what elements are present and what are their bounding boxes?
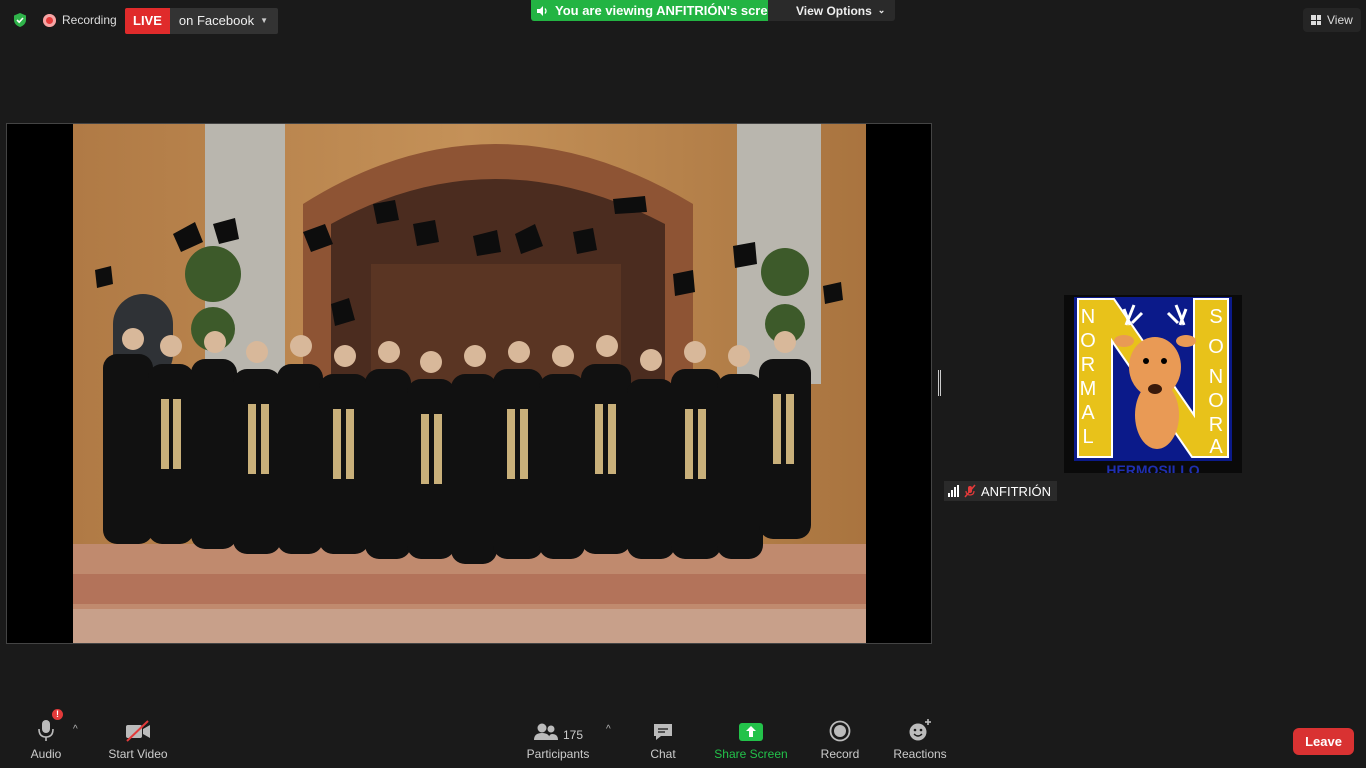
recording-dot-icon [43,13,56,27]
record-button[interactable]: Record [818,712,862,768]
speaker-icon [537,5,547,16]
audio-options-arrow-icon[interactable]: ^ [73,724,78,735]
live-destination-label: on Facebook [178,13,255,28]
logo-letter: O [1208,390,1224,412]
panel-resize-handle[interactable] [938,370,941,396]
participants-icon: 175 [533,712,583,742]
live-badge: LIVE [125,8,170,34]
grid-view-icon [1311,15,1321,25]
muted-mic-icon [964,484,976,498]
record-icon [829,712,851,742]
logo-letter: R [1209,414,1223,436]
share-screen-button[interactable]: Share Screen [713,712,789,768]
participants-label: Participants [526,747,590,761]
smiley-add-icon [908,712,932,742]
chevron-down-icon: ⌄ [877,5,886,15]
audio-label: Audio [30,747,62,761]
recording-indicator[interactable]: Recording [43,10,117,30]
share-screen-icon [738,712,764,742]
audio-button[interactable]: ! Audio [30,709,63,768]
top-bar: Recording LIVE on Facebook ▼ You are vie… [0,0,1366,40]
logo-letter: O [1080,330,1096,352]
leave-button[interactable]: Leave [1293,728,1354,755]
participant-name: ANFITRIÓN [981,483,1052,499]
start-video-label: Start Video [108,747,168,761]
live-destination-dropdown[interactable]: on Facebook ▼ [169,8,278,34]
audio-alert-badge: ! [52,709,63,720]
record-label: Record [820,747,860,761]
logo-letter: S [1209,306,1222,328]
shared-screen[interactable] [6,123,932,644]
reactions-label: Reactions [893,747,947,761]
participant-video-tile[interactable]: N O R M A L S O N O R A HERMOSILLO [1064,295,1242,473]
logo-letter: N [1209,366,1223,388]
logo-letter: O [1208,336,1224,358]
microphone-icon: ! [37,709,63,742]
logo-letter: A [1081,402,1095,424]
recording-label: Recording [62,13,117,27]
participants-options-arrow-icon[interactable]: ^ [606,724,611,735]
chat-icon [652,712,674,742]
view-options-label: View Options [796,3,872,18]
view-options-button[interactable]: View Options ⌄ [768,0,896,21]
chat-button[interactable]: Chat [648,712,678,768]
caret-down-icon: ▼ [260,16,268,25]
participants-count: 175 [562,728,584,742]
logo-letter: N [1081,306,1095,328]
participants-button[interactable]: 175 Participants [524,712,592,768]
logo-letter: R [1081,354,1095,376]
live-stream-indicator[interactable]: LIVE on Facebook ▼ [125,8,278,34]
logo-letter: M [1080,378,1097,400]
video-off-icon [124,712,152,742]
chat-label: Chat [650,747,676,761]
shield-icon[interactable] [12,12,28,28]
start-video-button[interactable]: Start Video [106,712,170,768]
school-logo: N O R M A L S O N O R A HERMOSILLO [1064,295,1242,473]
participant-name-tag: ANFITRIÓN [944,481,1058,501]
share-screen-label: Share Screen [714,747,788,761]
meeting-toolbar: ! Audio ^ Start Video 175 Participants ^ [0,709,1366,768]
viewing-banner-text: You are viewing ANFITRIÓN's screen [555,3,783,18]
view-button[interactable]: View [1303,8,1361,32]
reactions-button[interactable]: Reactions [892,712,948,768]
logo-letter: L [1082,426,1093,448]
view-label: View [1327,13,1353,27]
logo-bottom-text: HERMOSILLO [1106,462,1199,473]
viewing-screen-banner: You are viewing ANFITRIÓN's screen [531,0,793,21]
logo-letter: A [1209,436,1223,458]
signal-strength-icon [948,485,959,497]
graduation-photo [73,124,866,643]
